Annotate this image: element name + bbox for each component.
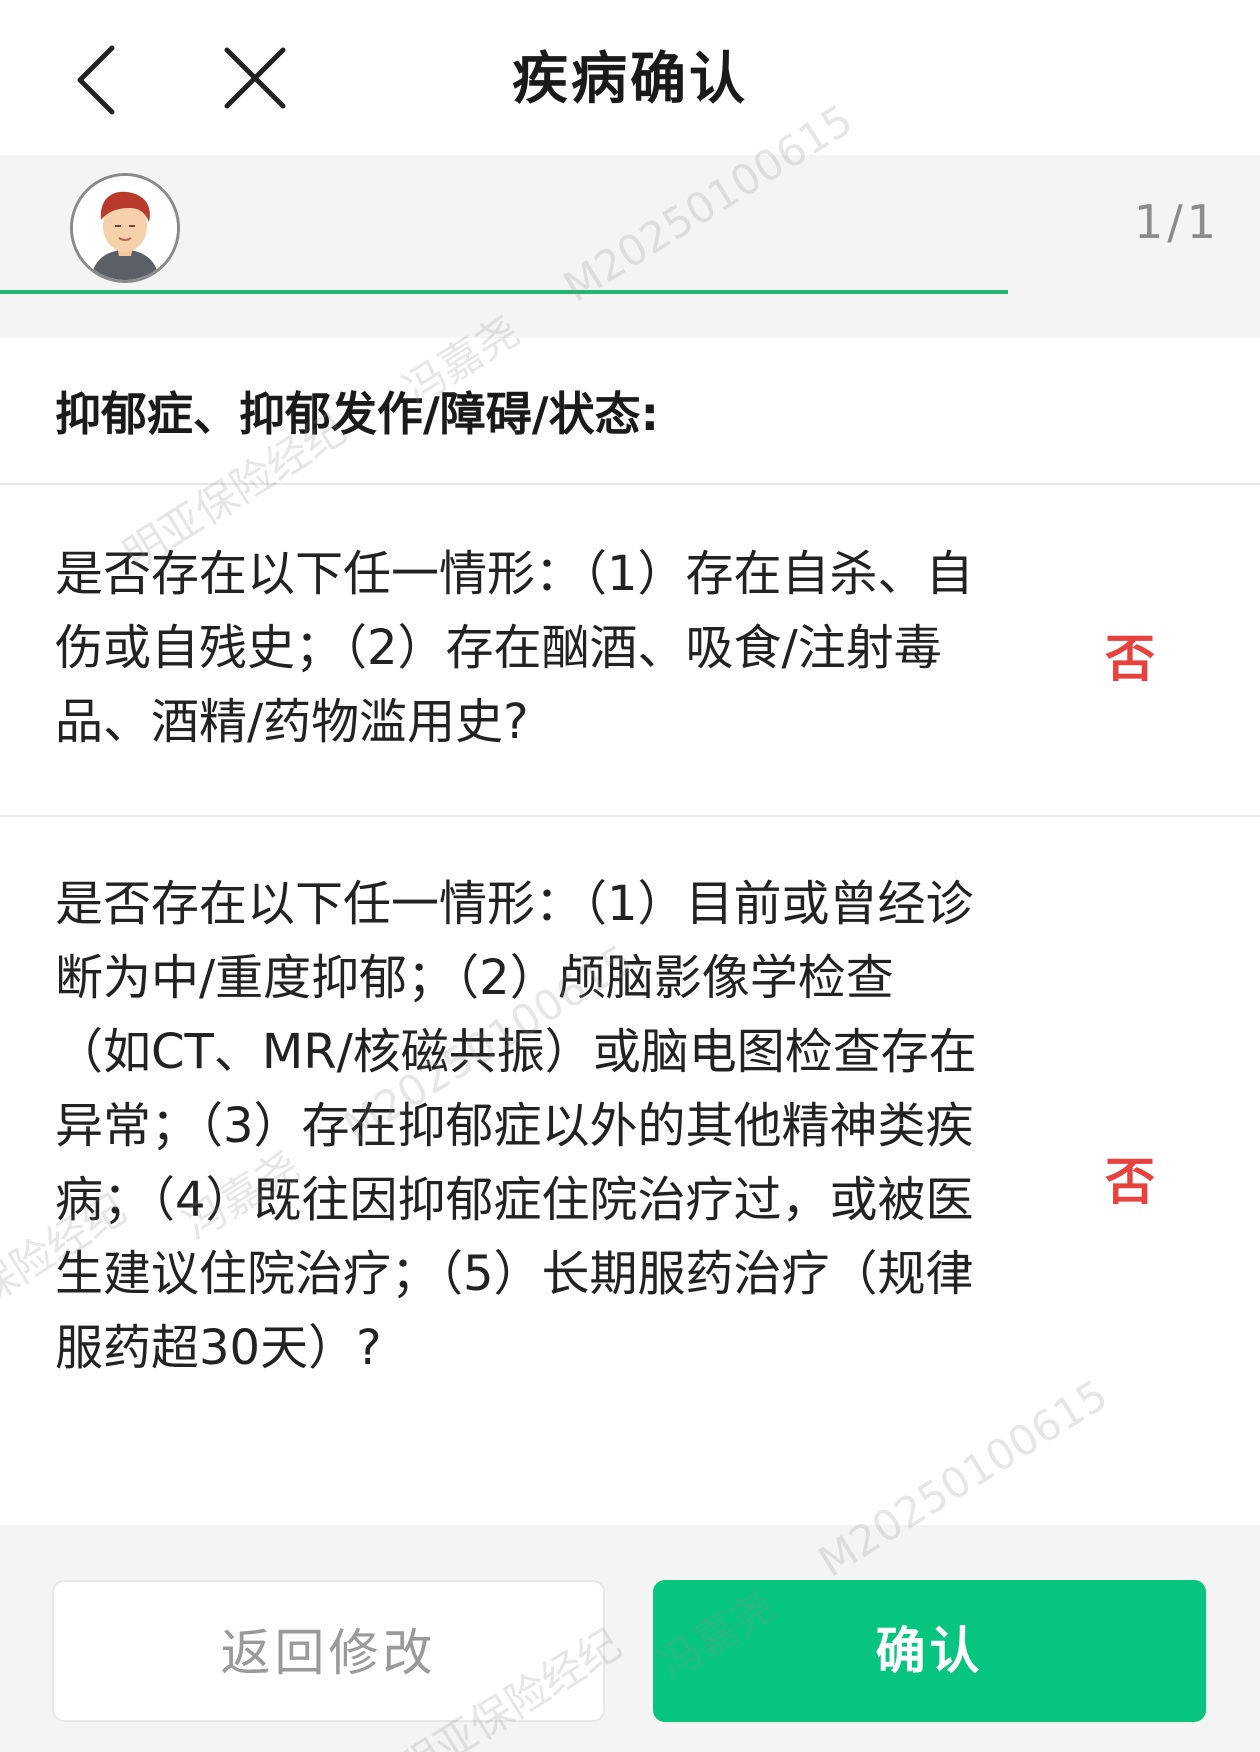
question-list: 是否存在以下任一情形：（1）存在自杀、自伤或自残史；（2）存在酗酒、吸食/注射毒… — [0, 485, 1260, 1525]
confirm-button[interactable]: 确认 — [653, 1580, 1206, 1722]
question-item: 是否存在以下任一情形：（1）目前或曾经诊断为中/重度抑郁；（2）颅脑影像学检查（… — [0, 817, 1260, 1525]
top-bar: 疾病确认 — [0, 0, 1260, 155]
insured-person-avatar[interactable] — [70, 173, 180, 283]
return-modify-button[interactable]: 返回修改 — [52, 1580, 605, 1722]
insured-person-tabs: 1/1 — [0, 155, 1260, 335]
active-tab-indicator — [0, 290, 1008, 294]
disease-section-header: 抑郁症、抑郁发作/障碍/状态: — [0, 338, 1260, 485]
answer-value: 否 — [1105, 630, 1155, 688]
page-counter: 1/1 — [1133, 195, 1220, 249]
page-title: 疾病确认 — [512, 47, 748, 112]
question-text: 是否存在以下任一情形：（1）存在自杀、自伤或自残史；（2）存在酗酒、吸食/注射毒… — [55, 546, 974, 750]
action-bar: 返回修改 确认 — [0, 1525, 1260, 1752]
answer-value: 否 — [1105, 1153, 1155, 1211]
question-text: 是否存在以下任一情形：（1）目前或曾经诊断为中/重度抑郁；（2）颅脑影像学检查（… — [55, 876, 977, 1376]
avatar-icon — [73, 176, 177, 280]
disease-title: 抑郁症、抑郁发作/障碍/状态: — [55, 387, 659, 441]
question-item: 是否存在以下任一情形：（1）存在自杀、自伤或自残史；（2）存在酗酒、吸食/注射毒… — [0, 485, 1260, 817]
